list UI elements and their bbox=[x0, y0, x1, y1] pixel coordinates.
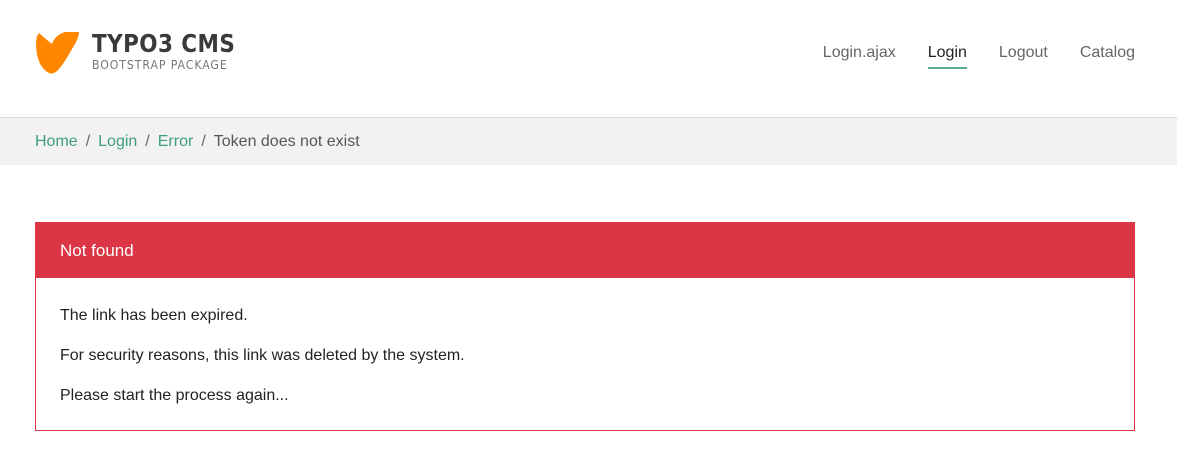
breadcrumb-login-link[interactable]: Login bbox=[98, 133, 137, 151]
breadcrumb-home-link[interactable]: Home bbox=[35, 133, 78, 151]
brand-title: TYPO3 CMS bbox=[92, 29, 236, 58]
breadcrumb-error-link[interactable]: Error bbox=[158, 133, 194, 151]
alert-title: Not found bbox=[36, 223, 1134, 278]
site-header: TYPO3 CMS BOOTSTRAP PACKAGE Login.ajax L… bbox=[0, 0, 1177, 118]
brand-text: TYPO3 CMS BOOTSTRAP PACKAGE bbox=[92, 30, 259, 73]
nav-item-login-ajax[interactable]: Login.ajax bbox=[823, 43, 896, 69]
typo3-logo-icon bbox=[36, 32, 79, 74]
nav-item-catalog[interactable]: Catalog bbox=[1080, 43, 1135, 69]
error-alert-panel: Not found The link has been expired. For… bbox=[35, 222, 1135, 431]
main-nav: Login.ajax Login Logout Catalog bbox=[791, 43, 1135, 69]
nav-item-logout[interactable]: Logout bbox=[999, 43, 1048, 69]
brand-logo-link[interactable]: TYPO3 CMS BOOTSTRAP PACKAGE bbox=[35, 29, 259, 75]
breadcrumb-separator: / bbox=[201, 132, 206, 150]
breadcrumb-separator: / bbox=[145, 132, 150, 150]
alert-body: The link has been expired. For security … bbox=[36, 278, 1134, 406]
alert-message-expired: The link has been expired. bbox=[60, 307, 248, 324]
alert-message-security: For security reasons, this link was dele… bbox=[60, 347, 465, 364]
alert-message-restart: Please start the process again... bbox=[60, 387, 289, 404]
nav-item-login[interactable]: Login bbox=[927, 43, 967, 69]
breadcrumb: Home / Login / Error / Token does not ex… bbox=[0, 118, 1177, 165]
brand-subtitle: BOOTSTRAP PACKAGE bbox=[92, 57, 228, 72]
breadcrumb-current: Token does not exist bbox=[213, 132, 360, 150]
breadcrumb-separator: / bbox=[85, 132, 91, 150]
